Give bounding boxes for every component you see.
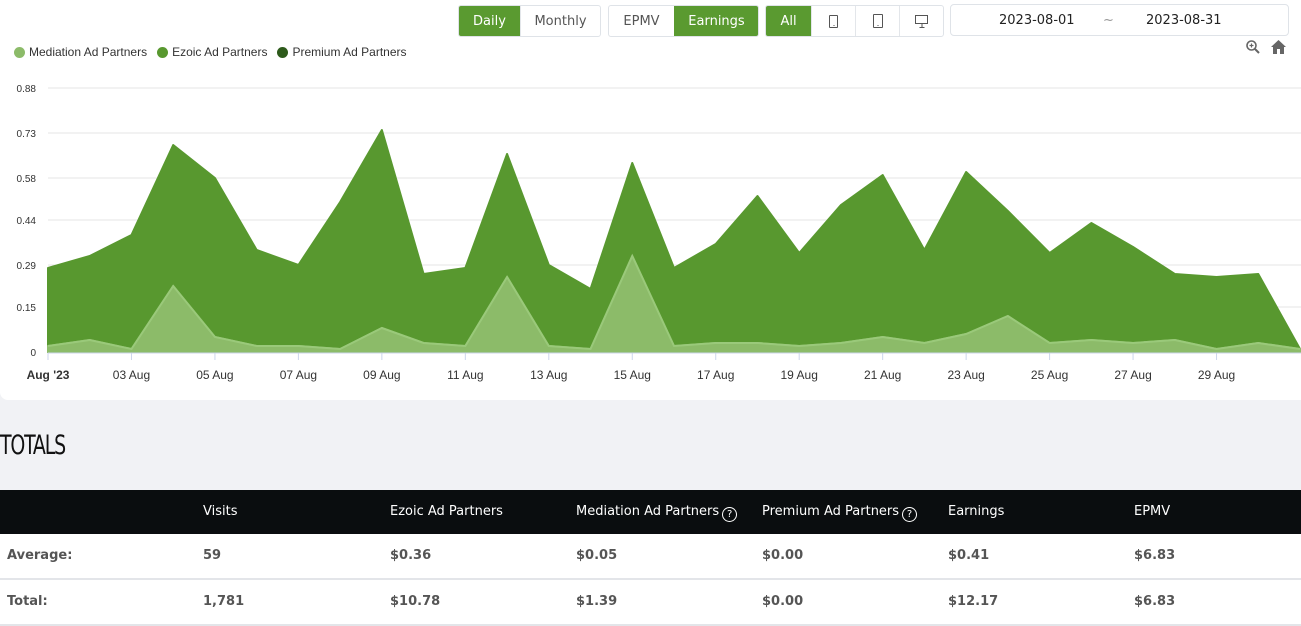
legend-dot-mediation — [14, 46, 25, 58]
x-tick-label: 11 Aug — [447, 368, 483, 382]
col-earnings: Earnings — [948, 504, 1005, 519]
mobile-icon — [829, 14, 838, 28]
zoom-icon[interactable] — [1245, 39, 1261, 55]
row-label: Average: — [7, 548, 73, 563]
x-tick-label: 07 Aug — [280, 368, 317, 382]
col-mediation-label: Mediation Ad Partners — [576, 504, 720, 519]
cell-premium: $0.00 — [762, 594, 804, 609]
area-mediation-ad-partners — [47, 255, 1301, 353]
col-visits: Visits — [203, 504, 238, 519]
x-tick-label: 19 Aug — [781, 368, 818, 382]
y-tick-label: 0.58 — [17, 174, 37, 185]
totals-header-row: Visits Ezoic Ad Partners Mediation Ad Pa… — [0, 490, 1301, 534]
y-tick-label: 0.44 — [17, 216, 37, 227]
device-toggle: All — [765, 5, 944, 37]
x-tick-label: 29 Aug — [1198, 368, 1235, 382]
x-tick-label: 17 Aug — [697, 368, 734, 382]
x-tick-label: 23 Aug — [947, 368, 984, 382]
cell-mediation: $1.39 — [576, 594, 618, 609]
x-tick-label: 27 Aug — [1114, 368, 1151, 382]
y-tick-label: 0.15 — [17, 303, 37, 314]
col-epmv: EPMV — [1134, 504, 1171, 519]
daily-button[interactable]: Daily — [459, 6, 520, 36]
col-ezoic: Ezoic Ad Partners — [390, 504, 503, 519]
cell-visits: 59 — [203, 548, 222, 563]
legend-label-premium: Premium Ad Partners — [292, 45, 407, 59]
desktop-icon — [915, 15, 928, 24]
cell-mediation: $0.05 — [576, 548, 618, 563]
table-row-average: Average: 59 $0.36 $0.05 $0.00 $0.41 $6.8… — [0, 534, 1301, 580]
mediation-line — [47, 253, 1301, 351]
chart-legend: Mediation Ad Partners Ezoic Ad Partners … — [14, 45, 407, 59]
cell-epmv: $6.83 — [1134, 594, 1176, 609]
y-tick-label: 0.88 — [17, 84, 37, 95]
mobile-button[interactable] — [811, 6, 855, 36]
y-tick-label: 0.73 — [17, 129, 37, 140]
x-tick-label: 03 Aug — [113, 368, 150, 382]
legend-item-mediation[interactable]: Mediation Ad Partners — [14, 45, 147, 59]
x-tick-label: 21 Aug — [864, 368, 901, 382]
legend-dot-premium — [277, 46, 289, 58]
cell-epmv: $6.83 — [1134, 548, 1176, 563]
metric-toggle: EPMV Earnings — [608, 5, 759, 37]
date-range-picker[interactable]: 2023-08-01 ~ 2023-08-31 — [950, 4, 1289, 36]
help-icon[interactable]: ? — [722, 507, 738, 522]
epmv-button[interactable]: EPMV — [609, 6, 674, 36]
col-premium-label: Premium Ad Partners — [762, 504, 900, 519]
chart-card: Daily Monthly EPMV Earnings All 2023-08-… — [0, 0, 1301, 400]
x-tick-label: 13 Aug — [530, 368, 567, 382]
desktop-button[interactable] — [899, 6, 943, 36]
col-mediation: Mediation Ad Partners? — [576, 504, 738, 522]
tablet-button[interactable] — [855, 6, 899, 36]
cell-ezoic: $10.78 — [390, 594, 441, 609]
x-tick-label: 15 Aug — [614, 368, 651, 382]
y-tick-label: 0.29 — [17, 261, 37, 272]
period-toggle: Daily Monthly — [458, 5, 601, 37]
earnings-area-chart: 0 0.15 0.29 0.44 0.58 0.73 0.88 Aug '23 03 Aug 0… — [17, 84, 1301, 382]
legend-item-ezoic[interactable]: Ezoic Ad Partners — [157, 45, 267, 59]
cell-premium: $0.00 — [762, 548, 804, 563]
x-tick-label: 05 Aug — [196, 368, 233, 382]
x-tick-label: 09 Aug — [363, 368, 400, 382]
col-premium: Premium Ad Partners? — [762, 504, 918, 522]
legend-label-mediation: Mediation Ad Partners — [29, 45, 148, 59]
date-start[interactable]: 2023-08-01 — [999, 13, 1075, 28]
legend-item-premium[interactable]: Premium Ad Partners — [277, 45, 407, 59]
earnings-button[interactable]: Earnings — [674, 6, 758, 36]
date-end[interactable]: 2023-08-31 — [1146, 13, 1222, 28]
help-icon[interactable]: ? — [902, 507, 918, 522]
legend-label-ezoic: Ezoic Ad Partners — [172, 45, 268, 59]
x-tick-label: 25 Aug — [1031, 368, 1068, 382]
table-row-total: Total: 1,781 $10.78 $1.39 $0.00 $12.17 $… — [0, 580, 1301, 626]
cell-earnings: $12.17 — [948, 594, 999, 609]
area-ezoic-ad-partners — [47, 129, 1301, 353]
date-separator: ~ — [1103, 13, 1114, 28]
cell-ezoic: $0.36 — [390, 548, 432, 563]
y-tick-label: 0 — [30, 348, 36, 359]
cell-visits: 1,781 — [203, 594, 245, 609]
all-devices-button[interactable]: All — [766, 6, 811, 36]
monthly-button[interactable]: Monthly — [520, 6, 600, 36]
cell-earnings: $0.41 — [948, 548, 990, 563]
tablet-icon — [872, 14, 883, 28]
x-tick-label: Aug '23 — [27, 368, 70, 382]
legend-dot-ezoic — [157, 46, 169, 58]
row-label: Total: — [7, 594, 48, 609]
totals-heading: TOTALS — [0, 430, 66, 461]
home-icon[interactable] — [1270, 39, 1287, 55]
totals-table: Visits Ezoic Ad Partners Mediation Ad Pa… — [0, 490, 1301, 626]
